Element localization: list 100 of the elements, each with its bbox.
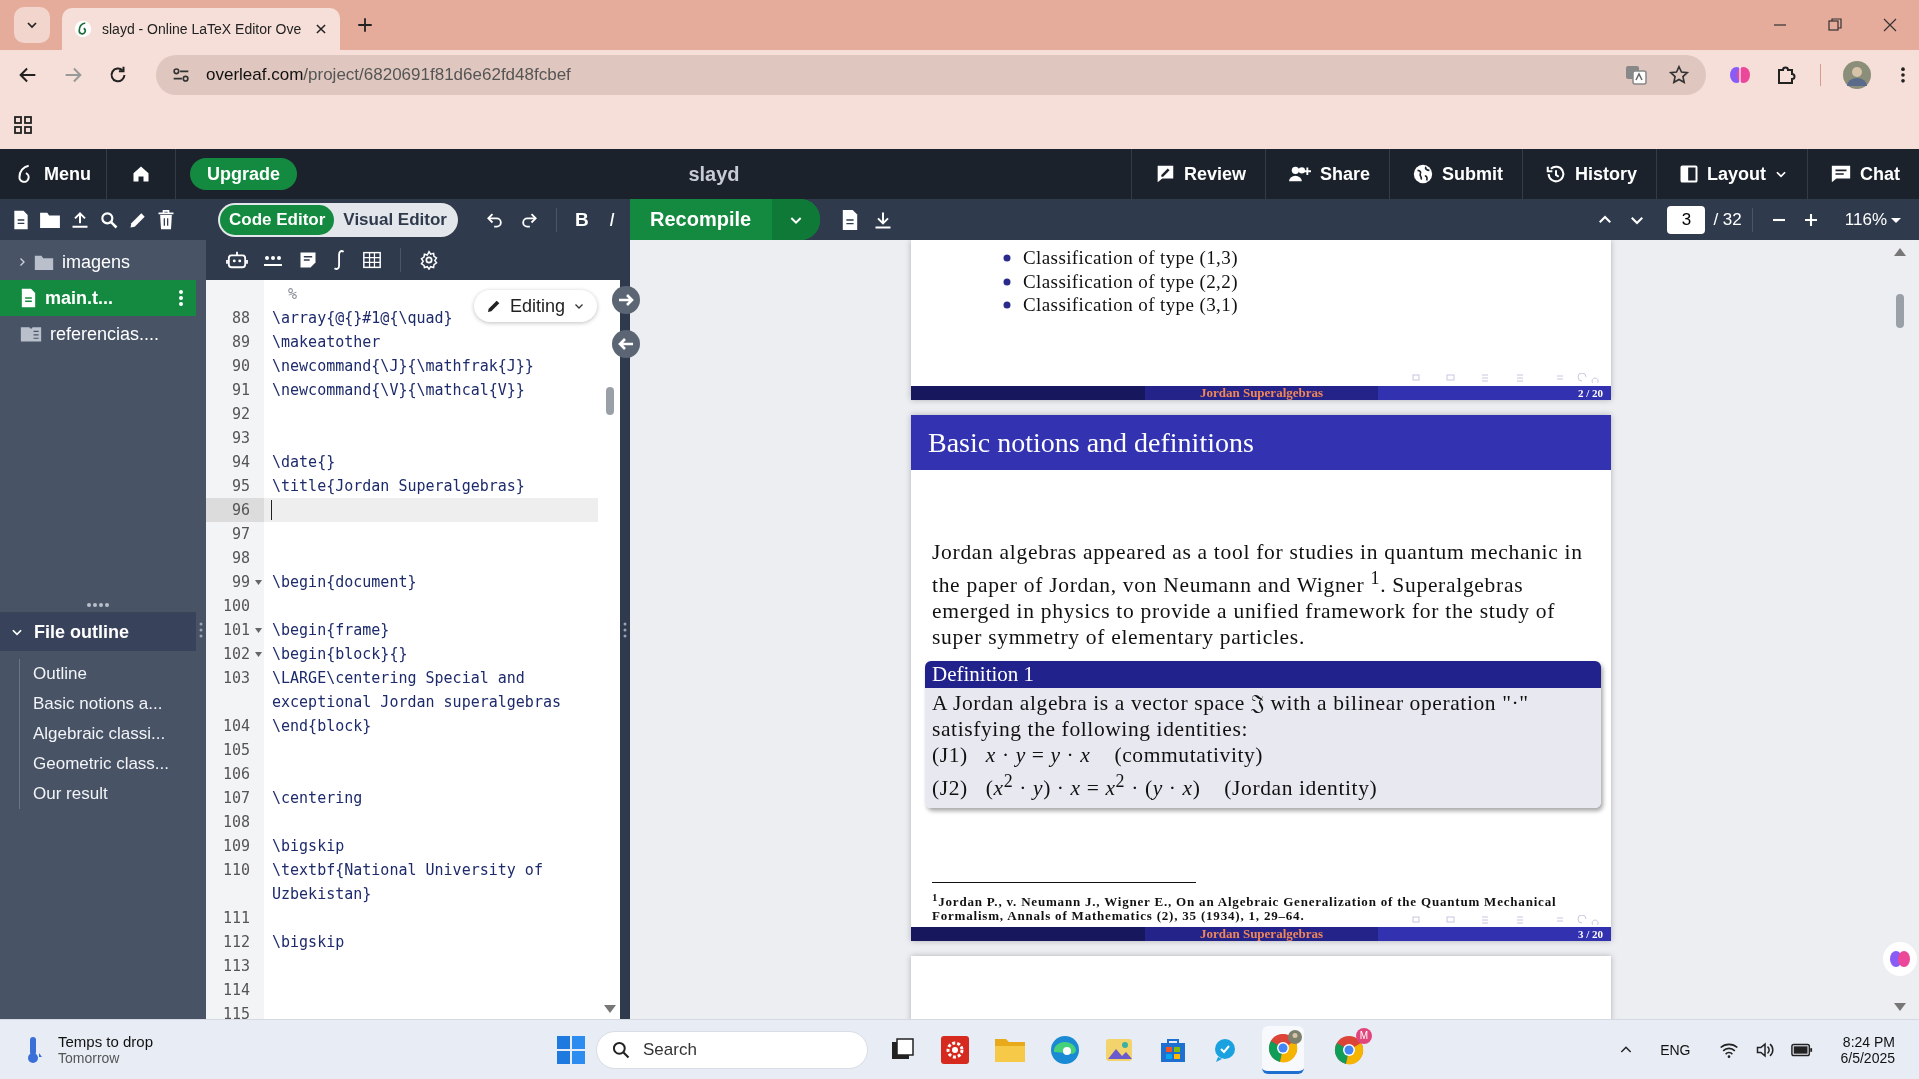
trash-icon[interactable]: [157, 209, 175, 230]
bookmark-star-icon[interactable]: [1668, 63, 1690, 86]
header-action-button[interactable]: Share: [1265, 149, 1389, 200]
layout-icon: [1679, 163, 1699, 186]
taskbar-search-field[interactable]: Search: [596, 1030, 868, 1069]
editing-mode-dropdown[interactable]: Editing: [474, 290, 598, 323]
scroll-down-icon[interactable]: [604, 1005, 616, 1014]
code-text: \centering: [272, 788, 363, 810]
header-action-button[interactable]: Submit: [1389, 149, 1522, 200]
format-button[interactable]: B: [566, 208, 597, 231]
avatar: [1288, 1029, 1302, 1044]
sync-to-code-icon[interactable]: [612, 330, 640, 359]
clock[interactable]: 8:24 PM 6/5/2025: [1840, 1033, 1895, 1066]
header-action-button[interactable]: Layout: [1657, 149, 1807, 200]
outline-item[interactable]: Geometric class...: [33, 749, 196, 780]
editor-mode-tab[interactable]: Code Editor: [220, 204, 335, 235]
line-number: 109: [222, 837, 251, 856]
file-tree-item[interactable]: imagens: [0, 244, 196, 281]
new-file-icon[interactable]: [12, 209, 30, 230]
close-icon[interactable]: [314, 21, 328, 36]
address-bar[interactable]: overleaf.com/project/6820691f81d6e62fd48fcbef: [156, 54, 1706, 95]
zoom-dropdown[interactable]: 116%: [1844, 209, 1901, 230]
battery-icon[interactable]: [1790, 1042, 1813, 1057]
code-text: Uzbekistan}: [272, 884, 372, 906]
footnote-line: $^{1}$Jordan P., v. Neumann J., Wigner E., On an Algebraic Generalization of the Quantum Mechanical: [932, 889, 1557, 910]
code-text: \bigskip: [272, 836, 345, 858]
chrome-taskbar-button[interactable]: [1262, 1025, 1304, 1074]
line-number: 102: [222, 645, 251, 664]
fold-icon[interactable]: [255, 652, 262, 658]
line-number: 91: [231, 381, 251, 400]
profile-badge: M: [1356, 1027, 1372, 1044]
paragraph-line: super symmetry of elementary particles.: [932, 624, 1306, 651]
resize-handle[interactable]: [86, 602, 110, 609]
search-icon[interactable]: [99, 209, 119, 230]
header-action-button[interactable]: Review: [1131, 149, 1265, 200]
recompile-button[interactable]: Recompile: [630, 199, 820, 241]
scrollbar-thumb[interactable]: [606, 387, 614, 416]
settings-icon[interactable]: [419, 250, 439, 271]
file-outline-header[interactable]: File outline: [0, 612, 196, 652]
fold-icon[interactable]: [255, 628, 262, 634]
page-number-field[interactable]: 3: [1667, 205, 1706, 234]
upload-icon[interactable]: [70, 209, 90, 230]
restore-icon[interactable]: [1828, 17, 1842, 32]
slide-number: 3 / 20: [1577, 927, 1603, 942]
header-action-button[interactable]: Chat: [1808, 149, 1919, 200]
browser-icon[interactable]: [1050, 1034, 1080, 1065]
chrome-taskbar-button[interactable]: M: [1328, 1025, 1370, 1074]
header-action-button[interactable]: History: [1522, 149, 1656, 200]
outline-item[interactable]: Algebraic classi...: [33, 719, 196, 750]
line-number: 105: [222, 741, 251, 760]
scrollbar-thumb[interactable]: [1896, 294, 1904, 329]
line-number: 104: [222, 717, 251, 736]
line-number: 93: [231, 429, 251, 448]
gear-app-icon[interactable]: [940, 1034, 970, 1065]
footer-title: Jordan Superalgebras: [1199, 386, 1324, 401]
new-tab-icon[interactable]: [356, 15, 374, 34]
outline-item[interactable]: Outline: [33, 659, 196, 690]
code-text: \date{}: [272, 452, 336, 474]
line-number: 95: [231, 477, 251, 496]
file-tree-item[interactable]: main.t...: [0, 280, 196, 317]
start-icon[interactable]: [556, 1034, 586, 1065]
upgrade-button[interactable]: Upgrade: [190, 158, 297, 191]
line-number: 113: [222, 957, 251, 976]
fold-icon[interactable]: [255, 580, 262, 586]
line-number: 103: [222, 669, 251, 688]
globe-icon: [1411, 163, 1434, 186]
browser-tab[interactable]: slayd - Online LaTeX Editor Ove: [62, 7, 340, 50]
avatar[interactable]: [1843, 60, 1871, 89]
scroll-up-icon[interactable]: [1894, 248, 1906, 257]
close-icon[interactable]: [1883, 17, 1897, 32]
menu-button[interactable]: Menu: [0, 149, 106, 200]
line-number: 111: [222, 909, 251, 928]
note-icon[interactable]: [298, 250, 318, 271]
outline-item[interactable]: Our result: [33, 779, 196, 810]
resize-handle[interactable]: [623, 621, 627, 638]
document-icon[interactable]: [841, 208, 859, 231]
code-text: \begin{document}: [272, 572, 417, 594]
language-indicator[interactable]: ENG: [1660, 1041, 1691, 1058]
code-text: \newcommand{\J}{\mathfrak{J}}: [272, 356, 534, 378]
line-number: 112: [222, 933, 251, 952]
editor-mode-tab[interactable]: Visual Editor: [334, 204, 456, 235]
new-folder-icon[interactable]: [39, 210, 61, 229]
line-number: 88: [231, 309, 251, 328]
chat-bubble-icon[interactable]: [1212, 1036, 1238, 1063]
robot-icon[interactable]: [226, 250, 248, 271]
scroll-down-icon[interactable]: [1894, 1003, 1906, 1012]
code-text: \begin{block}{}: [272, 644, 408, 666]
table-icon[interactable]: [362, 251, 382, 270]
format-button[interactable]: I: [596, 208, 627, 231]
definition-line: satisfying the following identities:: [932, 716, 1249, 743]
outline-item[interactable]: Basic notions a...: [33, 689, 196, 720]
code-text: \textbf{National University of: [272, 860, 543, 882]
resize-handle[interactable]: [199, 621, 203, 638]
integral-icon[interactable]: [333, 249, 347, 272]
sync-to-pdf-icon[interactable]: [612, 286, 640, 315]
file-tree-item[interactable]: referencias....: [0, 316, 196, 353]
volume-icon[interactable]: [1754, 1040, 1775, 1059]
apps-grid-icon[interactable]: [13, 114, 33, 135]
project-title: slayd: [687, 162, 741, 186]
line-number: 99: [231, 573, 251, 592]
